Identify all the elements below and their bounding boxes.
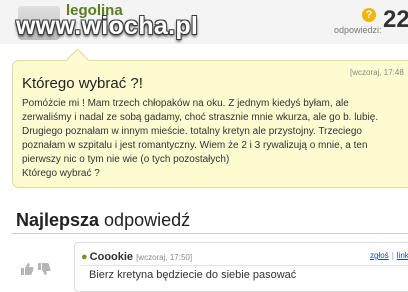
question-line: Pomóżcie mi ! Mam trzech chłopaków na ok… <box>22 98 349 109</box>
question-date: [wczoraj, 17:48 <box>350 68 404 77</box>
thumb-down-icon[interactable] <box>37 262 51 276</box>
site-watermark: www.wiocha.pl <box>16 12 199 40</box>
bullet-icon: ● <box>81 251 88 263</box>
permalink-link[interactable]: link <box>397 251 408 260</box>
question-line: Którego wybrać ? <box>22 168 100 179</box>
answers-label: odpowiedzi: <box>334 25 382 35</box>
section-divider <box>12 233 408 234</box>
question-mark-icon: ? <box>362 8 376 22</box>
best-answer-heading: Najlepsza odpowiedź <box>16 210 190 231</box>
question-body: Pomóżcie mi ! Mam trzech chłopaków na ok… <box>22 97 408 181</box>
question-line: Drugiego poznałam w innym mieście. total… <box>22 126 362 137</box>
answers-count: 22 <box>383 6 408 33</box>
report-link[interactable]: zgłoś <box>370 251 389 260</box>
best-answer-heading-bold: Najlepsza <box>16 210 100 230</box>
answer-links: zgłoś | link <box>370 251 408 260</box>
best-answer-heading-rest: odpowiedź <box>99 210 191 230</box>
answer-author-row: ● Coookie [wczoraj, 17:50] <box>81 251 192 263</box>
link-separator: | <box>391 251 394 260</box>
thumb-up-icon[interactable] <box>20 262 34 276</box>
question-line: zerwaliśmy i nadal ze sobą gadamy, choć … <box>22 112 379 123</box>
question-line: poznałam w szpitalu i jest romantyczny. … <box>22 140 368 151</box>
answer-date: [wczoraj, 17:50] <box>136 253 193 262</box>
question-bubble: [wczoraj, 17:48 Którego wybrać ?! Pomóżc… <box>12 60 408 188</box>
answer-divider <box>81 265 408 266</box>
question-line: pierwszy nic o tym nie wie (o tych pozos… <box>22 154 230 165</box>
question-header: legolina www.wiocha.pl ? odpowiedzi: 22 <box>0 0 408 44</box>
answer-text: Bierz kretyna będziecie do siebie pasowa… <box>89 269 297 281</box>
best-answer-card: ● Coookie [wczoraj, 17:50] zgłoś | link Bier… <box>74 242 408 292</box>
question-title: Którego wybrać ?! <box>22 75 143 92</box>
answer-author[interactable]: Coookie <box>90 251 133 263</box>
